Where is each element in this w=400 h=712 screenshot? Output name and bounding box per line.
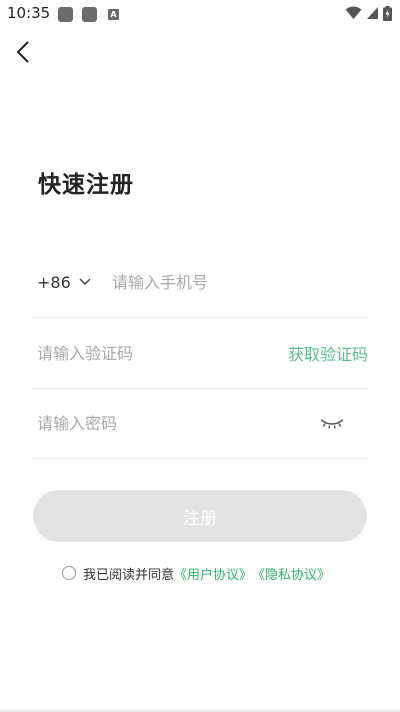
phone-row: +86 [33,247,368,318]
status-bar: 10:35 A [0,0,400,28]
status-icons [345,5,392,21]
battery-charging-icon [383,5,392,21]
code-row: 获取验证码 [33,318,368,389]
user-agreement-link[interactable]: 《用户协议》 [174,564,252,583]
back-button[interactable] [10,38,36,66]
agree-checkbox[interactable] [62,566,76,580]
status-time: 10:35 [7,4,51,22]
eye-closed-icon [320,419,344,429]
page-title: 快速注册 [38,172,134,198]
signal-icon [367,7,378,19]
phone-input[interactable] [112,267,368,297]
verification-code-input[interactable] [33,338,288,368]
notification-icon [58,7,73,22]
notification-a-icon: A [108,9,119,20]
password-visibility-toggle[interactable] [316,412,348,434]
register-button[interactable]: 注册 [33,490,367,542]
agreement-row: 我已阅读并同意 《用户协议》 《隐私协议》 [62,564,330,583]
agreement-text: 我已阅读并同意 [83,567,175,583]
country-code-value: +86 [37,272,71,292]
privacy-agreement-link[interactable]: 《隐私协议》 [252,564,330,583]
chevron-down-icon [79,278,91,286]
password-row [33,388,368,459]
back-arrow-icon [16,41,29,63]
notification-icon [82,7,97,22]
wifi-icon [345,6,362,19]
country-code-selector[interactable]: +86 [33,273,112,292]
password-input[interactable] [33,408,316,438]
get-code-button[interactable]: 获取验证码 [288,341,368,365]
